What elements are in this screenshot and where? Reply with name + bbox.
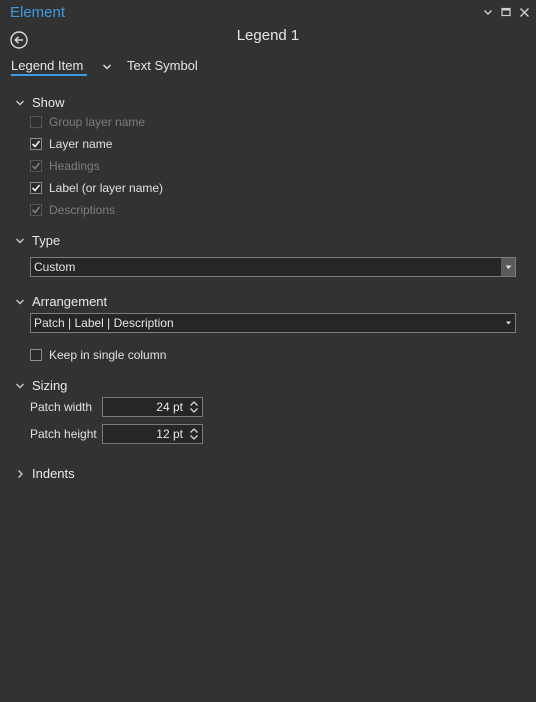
type-dropdown-value: Custom (34, 260, 76, 274)
section-type-header[interactable]: Type (14, 233, 60, 248)
patch-height-label: Patch height (30, 427, 97, 441)
section-sizing-header[interactable]: Sizing (14, 378, 67, 393)
element-name: Legend 1 (236, 27, 300, 44)
element-pane: Element Legend 1 Legend Item Text Symbol… (0, 0, 536, 702)
pane-title: Element (10, 4, 66, 21)
show-label-checkbox[interactable]: Label (or layer name) (30, 181, 163, 195)
section-title: Sizing (32, 378, 68, 393)
show-layer-name-checkbox[interactable]: Layer name (30, 137, 112, 151)
show-descriptions-checkbox: Descriptions (30, 203, 115, 217)
checkmark-icon (31, 140, 41, 148)
checkbox-box (30, 160, 42, 172)
chevron-down-icon[interactable] (481, 5, 495, 19)
checkbox-box[interactable] (30, 349, 42, 361)
dropdown-arrow-icon[interactable] (506, 314, 511, 332)
section-title: Type (32, 233, 61, 248)
section-title: Arrangement (32, 294, 108, 309)
maximize-icon[interactable] (499, 5, 513, 19)
chevron-down-icon (14, 235, 26, 247)
patch-height-input[interactable]: 12 pt (102, 424, 203, 444)
section-arrangement-header[interactable]: Arrangement (14, 294, 107, 309)
tab-text-symbol[interactable]: Text Symbol (127, 58, 198, 73)
spin-arrows-icon[interactable] (188, 399, 200, 415)
checkmark-icon (31, 184, 41, 192)
active-tab-indicator (11, 74, 87, 76)
patch-width-input[interactable]: 24 pt (102, 397, 203, 417)
arrangement-dropdown-value: Patch | Label | Description (34, 316, 174, 330)
patch-width-label: Patch width (30, 400, 93, 414)
dropdown-arrow-icon[interactable] (501, 258, 515, 276)
tab-overflow-chevron-icon[interactable] (101, 60, 113, 72)
chevron-down-icon (14, 380, 26, 392)
chevron-down-icon (14, 296, 26, 308)
show-headings-checkbox: Headings (30, 159, 100, 173)
arrangement-dropdown[interactable]: Patch | Label | Description (30, 313, 516, 333)
checkbox-box (30, 204, 42, 216)
section-title: Indents (32, 466, 75, 481)
chevron-right-icon (14, 468, 26, 480)
show-group-layer-name-checkbox: Group layer name (30, 115, 145, 129)
checkmark-icon (31, 206, 41, 214)
checkmark-icon (31, 162, 41, 170)
checkbox-box[interactable] (30, 138, 42, 150)
section-indents-header[interactable]: Indents (14, 466, 75, 481)
patch-width-value: 24 pt (156, 400, 183, 414)
checkbox-box[interactable] (30, 182, 42, 194)
keep-single-column-checkbox[interactable]: Keep in single column (30, 348, 166, 362)
patch-height-value: 12 pt (156, 427, 183, 441)
section-show-header[interactable]: Show (14, 95, 65, 110)
close-icon[interactable] (517, 5, 531, 19)
tab-legend-item[interactable]: Legend Item (11, 58, 83, 73)
checkbox-box (30, 116, 42, 128)
chevron-down-icon (14, 97, 26, 109)
section-title: Show (32, 95, 65, 110)
type-dropdown[interactable]: Custom (30, 257, 516, 277)
spin-arrows-icon[interactable] (188, 426, 200, 442)
